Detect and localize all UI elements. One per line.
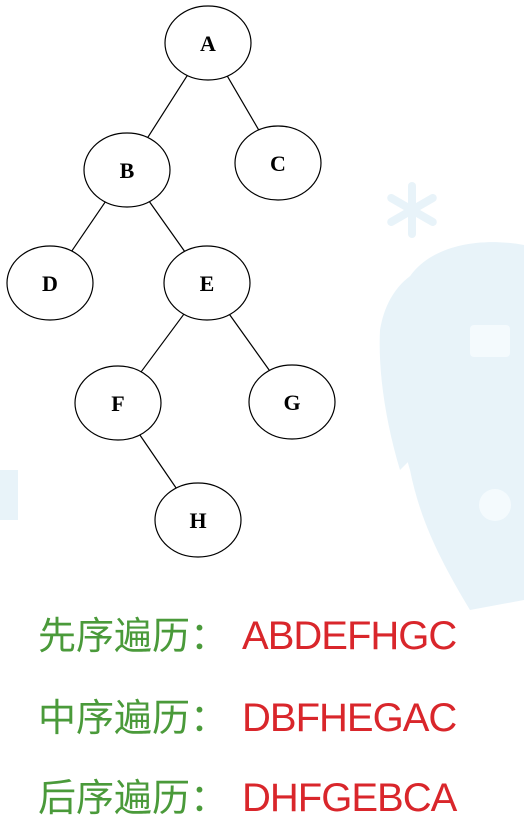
traversal-row-inorder: 中序遍历： DBFHEGAC <box>38 690 457 746</box>
traversal-sequence: ABDEFHGC <box>242 614 457 658</box>
traversal-label: 中序遍历： <box>38 696 229 740</box>
canvas: ABCDEFGH 先序遍历： ABDEFHGC 中序遍历： DBFHEGAC 后序遍… <box>0 0 524 830</box>
traversal-sequence: DBFHEGAC <box>242 696 457 740</box>
traversal-label: 先序遍历： <box>38 614 229 658</box>
traversal-results: 先序遍历： ABDEFHGC 中序遍历： DBFHEGAC 后序遍历： DHFGEBC… <box>0 0 524 830</box>
traversal-row-preorder: 先序遍历： ABDEFHGC <box>38 608 457 664</box>
traversal-row-postorder: 后序遍历： DHFGEBCA <box>38 770 457 826</box>
traversal-sequence: DHFGEBCA <box>242 776 457 820</box>
traversal-label: 后序遍历： <box>38 776 229 820</box>
